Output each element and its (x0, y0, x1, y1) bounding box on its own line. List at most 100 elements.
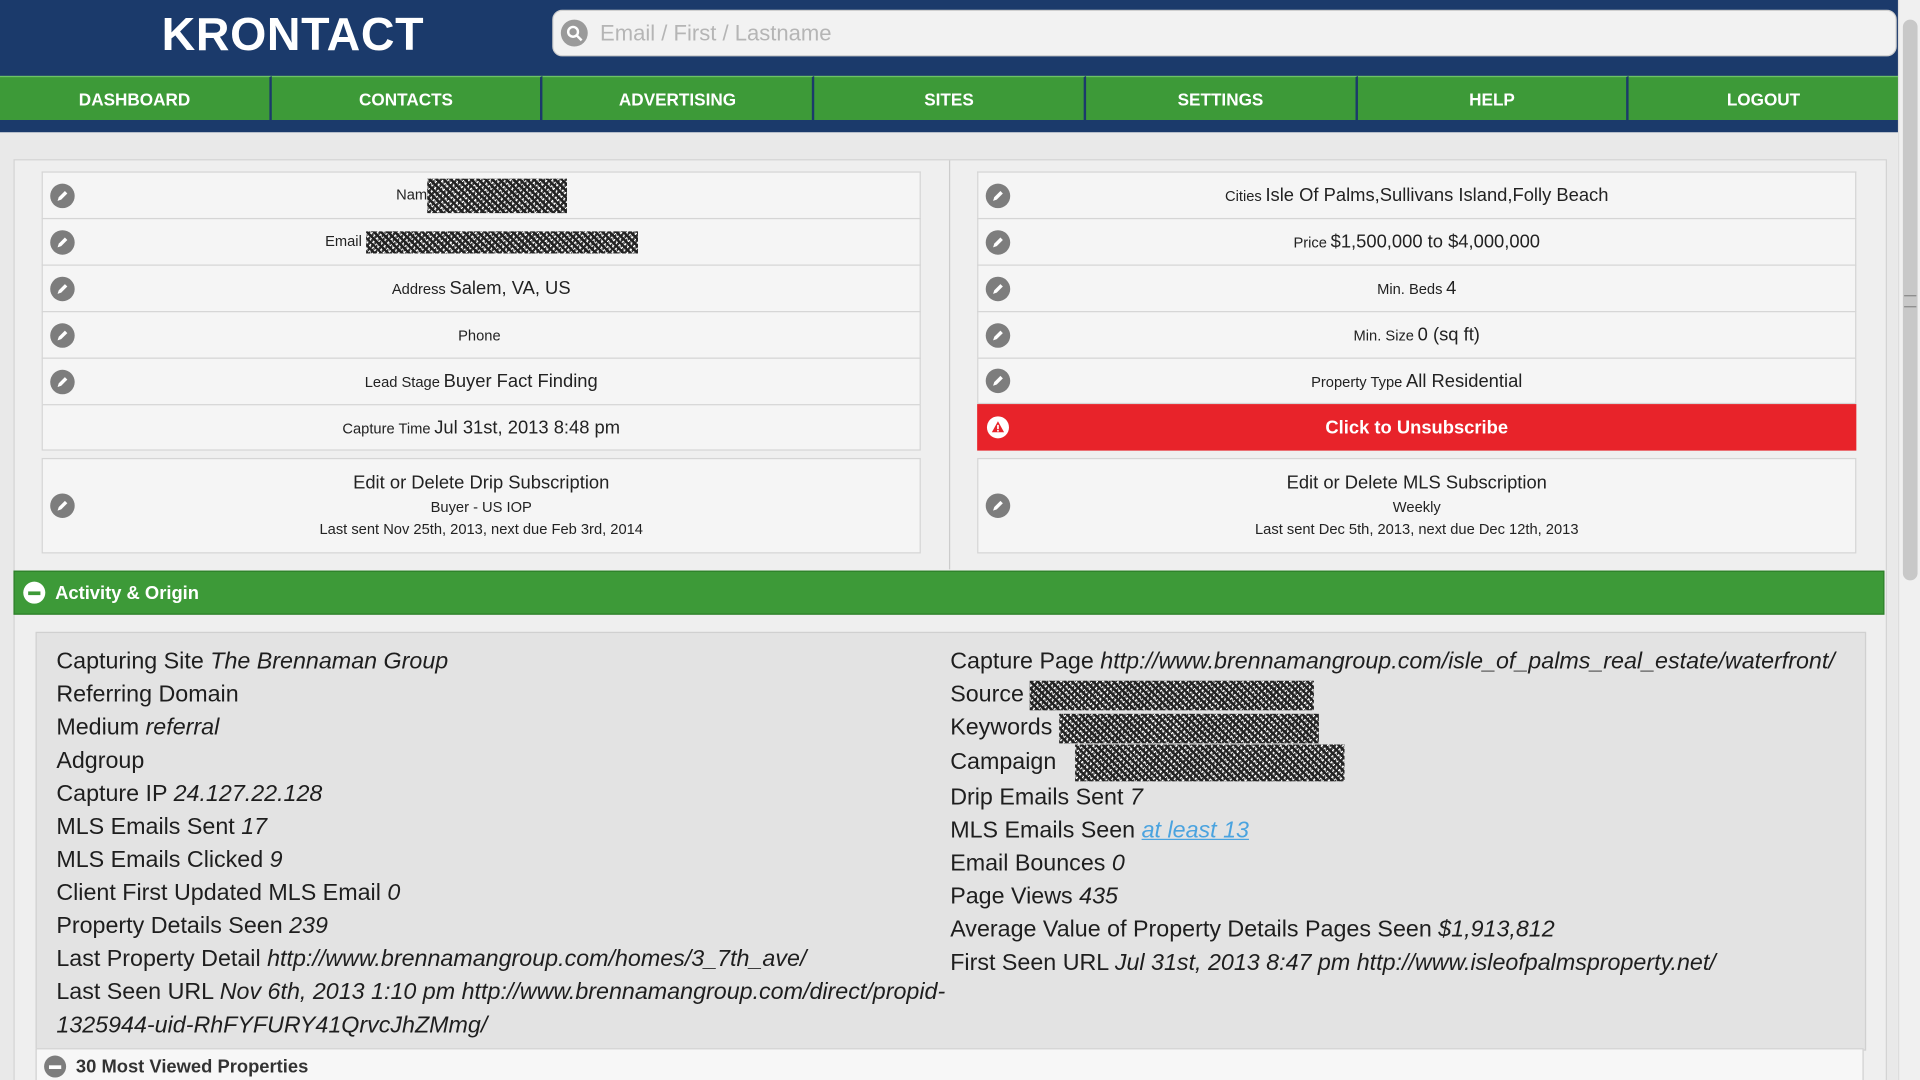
activity-value: 1325944-uid-RhFYFURY41QrvcJhZMmg/ (56, 1012, 488, 1039)
search-preferences: Cities Isle Of Palms,Sullivans Island,Fol… (977, 171, 1857, 554)
drip-subscription[interactable]: Edit or Delete Drip Subscription Buyer -… (41, 457, 921, 554)
activity-value: 239 (289, 913, 328, 940)
activity-item: MLS Emails Clicked 9 (56, 844, 945, 877)
most-viewed-toggle[interactable]: 30 Most Viewed Properties (35, 1048, 1864, 1080)
activity-section-toggle[interactable]: Activity & Origin (13, 570, 1885, 615)
activity-item: Capture Page http://www.brennamangroup.c… (950, 645, 1835, 678)
activity-label: Last Property Detail (56, 946, 261, 973)
activity-value: 0 (1111, 851, 1125, 877)
page-scrollbar[interactable] (1897, 0, 1920, 1080)
main-nav: DASHBOARD CONTACTS ADVERTISING SITES SET… (0, 75, 1899, 121)
most-viewed-title: 30 Most Viewed Properties (75, 1056, 309, 1077)
top-header: KRONTACT (0, 0, 1898, 76)
price-value: $1,500,000 to $4,000,000 (1330, 231, 1541, 253)
mls-subscription[interactable]: Edit or Delete MLS Subscription Weekly L… (977, 457, 1857, 554)
edit-drip-icon[interactable] (50, 493, 75, 518)
name-field: Name (43, 178, 920, 213)
edit-address-icon[interactable] (50, 276, 75, 301)
activity-label: Keywords (950, 715, 1053, 741)
activity-label: Page Views (950, 884, 1073, 910)
size-value: 0 (sq ft) (1417, 324, 1480, 346)
search-icon (560, 19, 588, 47)
redacted-campaign (1074, 744, 1345, 782)
edit-name-icon[interactable] (50, 183, 75, 208)
activity-value: 24.127.22.128 (173, 781, 323, 807)
activity-item: Drip Emails Sent 7 (950, 781, 1835, 814)
activity-value: 9 (269, 847, 283, 874)
activity-title: Activity & Origin (55, 582, 200, 604)
nav-sites[interactable]: SITES (814, 75, 1086, 121)
nav-help[interactable]: HELP (1357, 75, 1629, 121)
activity-item: Capturing Site The Brennaman Group (56, 645, 945, 678)
activity-label: MLS Emails Clicked (56, 847, 264, 874)
activity-item: Capture IP 24.127.22.128 (56, 778, 945, 811)
activity-value: 7 (1129, 784, 1143, 811)
cities-value: Isle Of Palms,Sullivans Island,Folly Bea… (1265, 184, 1609, 206)
activity-item: MLS Emails Sent 17 (56, 811, 945, 844)
price-row: Price $1,500,000 to $4,000,000 (977, 217, 1857, 265)
edit-mls-icon[interactable] (985, 493, 1011, 518)
activity-label: Capture Page (950, 648, 1094, 675)
redacted-keywords (1058, 713, 1319, 744)
nav-underline (0, 120, 1898, 133)
edit-size-icon[interactable] (985, 322, 1011, 348)
cities-label: Cities (1225, 187, 1262, 205)
search-input[interactable] (597, 18, 1878, 48)
activity-item: Property Details Seen 239 (56, 910, 945, 943)
activity-item: Campaign (950, 744, 1835, 782)
edit-phone-icon[interactable] (50, 322, 75, 348)
edit-email-icon[interactable] (50, 229, 75, 255)
activity-item: Keywords (950, 711, 1835, 744)
phone-label: Phone (458, 326, 501, 345)
activity-label: MLS Emails Sent (56, 814, 235, 841)
email-field: Email (43, 230, 920, 253)
drip-schedule: Last sent Nov 25th, 2013, next due Feb 3… (319, 520, 643, 538)
activity-value: 435 (1079, 884, 1118, 910)
email-label: Email (325, 233, 362, 251)
capture-time-value: Jul 31st, 2013 8:48 pm (434, 416, 621, 438)
lead-stage-row: Lead Stage Buyer Fact Finding (41, 357, 921, 405)
search-box[interactable] (552, 9, 1897, 57)
activity-item: Medium referral (56, 711, 945, 744)
nav-logout[interactable]: LOGOUT (1628, 75, 1899, 121)
edit-price-icon[interactable] (985, 229, 1011, 255)
activity-value: 17 (241, 814, 268, 841)
activity-label: Capturing Site (56, 648, 204, 675)
email-row: Email (41, 217, 921, 265)
capture-time-field: Capture Time Jul 31st, 2013 8:48 pm (43, 417, 920, 438)
edit-lead-stage-icon[interactable] (50, 369, 75, 394)
edit-property-type-icon[interactable] (985, 368, 1011, 394)
activity-label: Average Value of Property Details Pages … (950, 917, 1432, 943)
activity-body: Capturing Site The Brennaman Group Refer… (35, 631, 1867, 1051)
activity-label: Drip Emails Sent (950, 784, 1124, 811)
collapse-icon (23, 581, 46, 604)
address-field: Address Salem, VA, US (43, 278, 920, 299)
mls-emails-seen-link[interactable]: at least 13 (1142, 818, 1249, 844)
activity-label: Referring Domain (56, 682, 239, 708)
activity-left-column: Capturing Site The Brennaman Group Refer… (56, 645, 945, 1042)
nav-settings[interactable]: SETTINGS (1085, 75, 1358, 121)
activity-value: http://www.brennamangroup.com/isle_of_pa… (1100, 648, 1835, 675)
lead-stage-value: Buyer Fact Finding (443, 371, 598, 392)
capture-time-row: Capture Time Jul 31st, 2013 8:48 pm (41, 404, 921, 451)
cities-field: Cities Isle Of Palms,Sullivans Island,Fol… (978, 185, 1855, 206)
nav-contacts[interactable]: CONTACTS (271, 75, 543, 121)
size-label: Min. Size (1353, 326, 1414, 345)
activity-value: Nov 6th, 2013 1:10 pm http://www.brennam… (219, 979, 946, 1006)
price-label: Price (1293, 233, 1327, 252)
activity-item: Referring Domain (56, 678, 945, 711)
edit-cities-icon[interactable] (985, 183, 1011, 208)
nav-dashboard[interactable]: DASHBOARD (0, 75, 272, 121)
activity-item: Last Seen URL Nov 6th, 2013 1:10 pm http… (56, 976, 945, 1009)
activity-item: Page Views 435 (950, 880, 1835, 913)
nav-advertising[interactable]: ADVERTISING (542, 75, 815, 121)
lead-stage-label: Lead Stage (364, 373, 440, 391)
unsubscribe-label: Click to Unsubscribe (1325, 416, 1509, 438)
size-field: Min. Size 0 (sq ft) (978, 324, 1855, 345)
unsubscribe-button[interactable]: Click to Unsubscribe (977, 404, 1857, 451)
drip-plan: Buyer - US IOP (430, 498, 532, 516)
activity-item: MLS Emails Seen at least 13 (950, 814, 1835, 847)
edit-beds-icon[interactable] (985, 276, 1011, 301)
address-value: Salem, VA, US (449, 277, 571, 299)
activity-label: Capture IP (56, 781, 168, 807)
